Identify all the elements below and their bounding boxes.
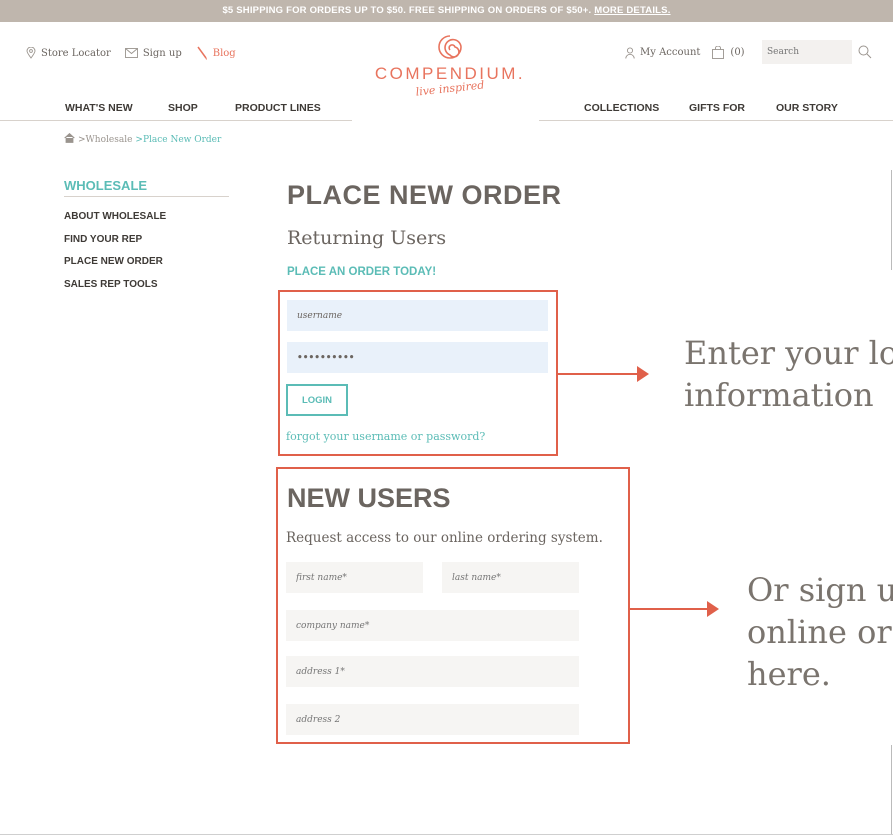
nav-collections[interactable]: COLLECTIONS <box>584 102 659 114</box>
search-icon[interactable] <box>858 44 872 63</box>
login-button[interactable]: LOGIN <box>286 384 348 416</box>
forgot-credentials-link[interactable]: forgot your username or password? <box>286 430 485 443</box>
sidebar-item-sales-rep-tools[interactable]: SALES REP TOOLS <box>64 279 166 302</box>
signup-callout-line-3: here. <box>747 655 831 693</box>
callout-frame-edge-top <box>891 170 892 270</box>
signup-arrow-head <box>707 601 719 617</box>
swirl-logo-icon <box>438 35 462 59</box>
callout-frame-edge-bottom <box>891 745 892 835</box>
nav-gifts-for[interactable]: GIFTS FOR <box>689 102 745 114</box>
nav-divider-left <box>0 120 352 121</box>
nav-our-story[interactable]: OUR STORY <box>776 102 838 114</box>
breadcrumb-wholesale[interactable]: >Wholesale <box>78 135 132 145</box>
first-name-field[interactable] <box>286 562 423 593</box>
sign-up-link[interactable]: Sign up <box>124 46 182 60</box>
search-input[interactable] <box>762 40 852 64</box>
store-locator-link[interactable]: Store Locator <box>26 46 111 60</box>
pencil-icon <box>196 46 208 60</box>
signup-callout-line-2: online or <box>747 613 892 651</box>
sign-up-label: Sign up <box>142 47 182 59</box>
envelope-icon <box>124 48 138 58</box>
store-locator-label: Store Locator <box>41 47 111 59</box>
map-pin-icon <box>26 47 36 59</box>
breadcrumb: >Wholesale >Place New Order <box>64 132 222 146</box>
shopping-bag-icon <box>712 46 725 59</box>
new-users-heading: NEW USERS <box>287 483 451 513</box>
page-bottom-border <box>0 834 893 835</box>
username-field[interactable] <box>287 300 548 331</box>
blog-link[interactable]: Blog <box>196 46 236 60</box>
user-icon <box>625 46 635 59</box>
nav-whats-new[interactable]: WHAT'S NEW <box>65 102 133 114</box>
cart-link[interactable]: (0) <box>712 46 745 59</box>
sidebar-menu: ABOUT WHOLESALE FIND YOUR REP PLACE NEW … <box>64 211 166 301</box>
nav-divider-right <box>539 120 893 121</box>
returning-users-heading: Returning Users <box>287 227 447 249</box>
signup-callout-line-1: Or sign u <box>747 571 893 609</box>
company-name-field[interactable] <box>286 610 579 641</box>
promo-text: $5 SHIPPING FOR ORDERS UP TO $50. FREE S… <box>222 5 595 16</box>
breadcrumb-current: >Place New Order <box>135 134 222 145</box>
my-account-link[interactable]: My Account <box>625 46 701 59</box>
my-account-label: My Account <box>640 47 701 58</box>
address-2-field[interactable] <box>286 704 579 735</box>
nav-product-lines[interactable]: PRODUCT LINES <box>235 102 321 114</box>
login-arrow-line <box>558 373 638 375</box>
utility-links-left: Store Locator Sign up Blog <box>26 46 236 60</box>
more-details-link[interactable]: MORE DETAILS. <box>594 5 670 16</box>
compendium-logo[interactable]: COMPENDIUM. live inspired <box>360 34 540 99</box>
place-order-cta: PLACE AN ORDER TODAY! <box>287 266 437 278</box>
page-title: PLACE NEW ORDER <box>287 180 562 210</box>
sidebar-item-find-your-rep[interactable]: FIND YOUR REP <box>64 234 166 257</box>
login-callout-line-2: information <box>684 376 874 414</box>
sidebar-title[interactable]: WHOLESALE <box>64 178 147 193</box>
address-1-field[interactable] <box>286 656 579 687</box>
promo-bar: $5 SHIPPING FOR ORDERS UP TO $50. FREE S… <box>0 0 893 22</box>
login-callout-line-1: Enter your lo <box>684 334 893 372</box>
blog-label: Blog <box>212 47 236 59</box>
new-users-subtitle: Request access to our online ordering sy… <box>286 530 603 546</box>
home-icon[interactable] <box>64 132 75 146</box>
sidebar-divider <box>64 196 229 197</box>
last-name-field[interactable] <box>442 562 579 593</box>
sidebar-item-about-wholesale[interactable]: ABOUT WHOLESALE <box>64 211 166 234</box>
utility-links-right: My Account (0) <box>625 46 745 59</box>
password-field[interactable] <box>287 342 548 373</box>
cart-count: (0) <box>730 47 745 58</box>
login-arrow-head <box>637 366 649 382</box>
sidebar-item-place-new-order[interactable]: PLACE NEW ORDER <box>64 256 166 279</box>
nav-shop[interactable]: SHOP <box>168 102 198 114</box>
signup-arrow-line <box>630 608 708 610</box>
